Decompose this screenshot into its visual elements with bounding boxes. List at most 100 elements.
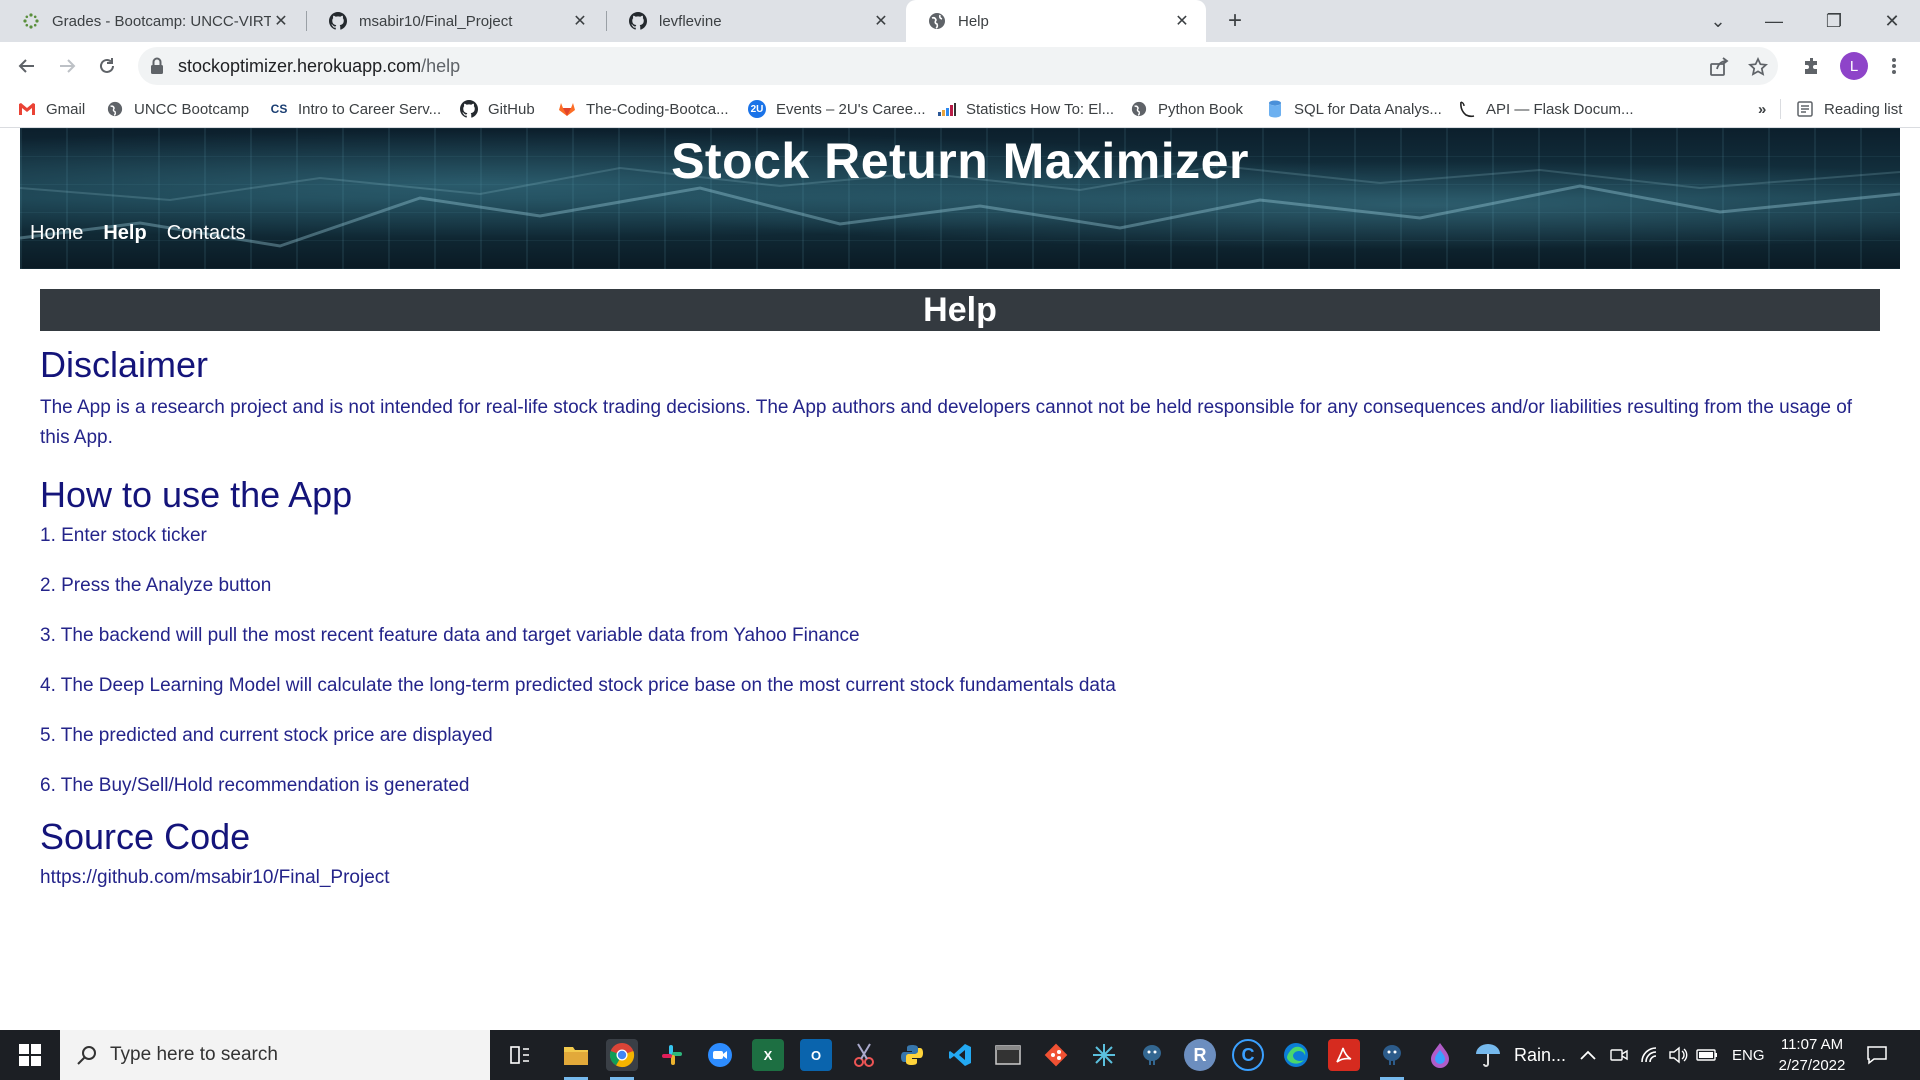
reading-list-label: Reading list	[1824, 100, 1903, 118]
bookmark-label: The-Coding-Bootca...	[586, 100, 729, 118]
terminal-icon[interactable]	[992, 1039, 1024, 1071]
start-button[interactable]	[0, 1030, 60, 1080]
github-icon	[329, 12, 347, 30]
howto-steps: 1. Enter stock ticker 2. Press the Analy…	[40, 521, 1880, 801]
nav-help-link[interactable]: Help	[103, 222, 146, 245]
share-icon[interactable]	[1708, 56, 1730, 78]
close-icon[interactable]: ✕	[570, 11, 590, 31]
slack-icon[interactable]	[656, 1039, 688, 1071]
bookmark-2u-events[interactable]: 2U Events – 2U's Caree...	[748, 98, 926, 120]
bookmarks-overflow-button[interactable]: »	[1758, 98, 1766, 120]
volume-icon[interactable]	[1668, 1030, 1688, 1080]
acrobat-icon[interactable]	[1328, 1039, 1360, 1071]
taskbar-clock[interactable]: 11:07 AM 2/27/2022	[1772, 1034, 1852, 1076]
bookmarks-divider	[1780, 99, 1781, 119]
gitlab-icon	[558, 100, 576, 118]
bookmark-sql-data-analysis[interactable]: SQL for Data Analys...	[1266, 98, 1442, 120]
url-text: stockoptimizer.herokuapp.com/help	[178, 56, 460, 77]
close-icon[interactable]: ✕	[271, 11, 291, 31]
tab-search-icon[interactable]: ⌄	[1690, 0, 1746, 42]
github-icon	[460, 100, 478, 118]
tab-title: Help	[958, 12, 989, 30]
notification-center-icon[interactable]	[1866, 1030, 1888, 1080]
bookmark-python-book[interactable]: Python Book	[1130, 98, 1243, 120]
gmail-icon	[18, 100, 36, 118]
howto-step: 3. The backend will pull the most recent…	[40, 625, 860, 646]
bookmark-star-icon[interactable]	[1747, 56, 1769, 78]
chrome-icon[interactable]	[606, 1039, 638, 1080]
bookmark-github[interactable]: GitHub	[460, 98, 535, 120]
bookmark-label: UNCC Bootcamp	[134, 100, 250, 118]
site-title: Stock Return Maximizer	[671, 133, 1249, 189]
canvas-icon	[22, 12, 40, 30]
reload-icon[interactable]	[93, 52, 121, 80]
bookmark-label: API — Flask Docum...	[1486, 100, 1634, 118]
cortana-icon[interactable]: C	[1232, 1039, 1264, 1071]
howto-step: 6. The Buy/Sell/Hold recommendation is g…	[40, 775, 470, 796]
show-hidden-icons-button[interactable]	[1580, 1030, 1596, 1080]
close-icon[interactable]: ✕	[1172, 11, 1192, 31]
task-view-icon[interactable]	[504, 1039, 536, 1071]
bookmark-label: Statistics How To: El...	[966, 100, 1115, 118]
excel-icon[interactable]: X	[752, 1039, 784, 1071]
profile-avatar[interactable]: L	[1840, 52, 1868, 80]
nav-home-link[interactable]: Home	[30, 222, 83, 245]
meet-now-icon[interactable]	[1610, 1030, 1628, 1080]
bar-chart-icon	[938, 100, 956, 118]
weather-widget[interactable]: Rain...	[1474, 1030, 1566, 1080]
python-icon[interactable]	[896, 1039, 928, 1071]
help-banner: Help	[40, 289, 1880, 331]
nav-contacts-link[interactable]: Contacts	[167, 222, 246, 245]
taskbar-search-box[interactable]: Type here to search	[60, 1030, 490, 1080]
tab-help[interactable]: Help ✕	[906, 0, 1206, 42]
battery-icon[interactable]	[1696, 1030, 1718, 1080]
bookmark-label: GitHub	[488, 100, 535, 118]
address-bar[interactable]: stockoptimizer.herokuapp.com/help	[138, 47, 1778, 85]
new-tab-button[interactable]: +	[1222, 7, 1248, 34]
help-content: Help Disclaimer The App is a research pr…	[40, 289, 1880, 893]
extensions-icon[interactable]	[1800, 54, 1824, 78]
close-window-icon[interactable]: ✕	[1864, 0, 1920, 42]
tab-title: Grades - Bootcamp: UNCC-VIRT-	[52, 12, 271, 30]
menu-kebab-icon[interactable]	[1882, 54, 1906, 78]
bookmark-coding-bootcamp[interactable]: The-Coding-Bootca...	[558, 98, 729, 120]
pgadmin-icon[interactable]	[1376, 1039, 1408, 1080]
bookmark-label: Events – 2U's Caree...	[776, 100, 926, 118]
bookmark-flask-docs[interactable]: API — Flask Docum...	[1458, 98, 1634, 120]
tab-grades[interactable]: Grades - Bootcamp: UNCC-VIRT- ✕	[0, 0, 305, 42]
source-code-link[interactable]: https://github.com/msabir10/Final_Projec…	[40, 863, 1880, 893]
close-icon[interactable]: ✕	[871, 11, 891, 31]
back-icon[interactable]	[13, 52, 41, 80]
minimize-icon[interactable]: —	[1746, 0, 1802, 42]
restore-icon[interactable]: ❐	[1806, 0, 1862, 42]
r-icon[interactable]: R	[1184, 1039, 1216, 1071]
globe-icon	[928, 12, 946, 30]
snipping-icon[interactable]	[848, 1039, 880, 1071]
forward-icon[interactable]	[53, 52, 81, 80]
reading-list-icon	[1796, 100, 1814, 118]
clock-time: 11:07 AM	[1780, 1036, 1844, 1053]
outlook-icon[interactable]: O	[800, 1039, 832, 1071]
language-indicator[interactable]: ENG	[1732, 1030, 1765, 1080]
database-icon	[1266, 100, 1284, 118]
snowflake-icon[interactable]	[1088, 1039, 1120, 1071]
bookmark-gmail[interactable]: Gmail	[18, 98, 85, 120]
git-icon[interactable]	[1040, 1039, 1072, 1071]
vscode-icon[interactable]	[944, 1039, 976, 1071]
edge-icon[interactable]	[1280, 1039, 1312, 1071]
postgres-icon[interactable]	[1136, 1039, 1168, 1071]
bookmark-label: Python Book	[1158, 100, 1244, 118]
site-header-banner: Stock Return Maximizer Home Help Contact…	[20, 128, 1900, 269]
lock-icon[interactable]	[150, 57, 164, 80]
reading-list-button[interactable]: Reading list	[1796, 98, 1902, 120]
bookmark-statistics-how-to[interactable]: Statistics How To: El...	[938, 98, 1114, 120]
zoom-icon[interactable]	[704, 1039, 736, 1071]
anaconda-icon[interactable]	[1424, 1039, 1456, 1071]
bookmark-career-services[interactable]: CS Intro to Career Serv...	[270, 98, 441, 120]
tab-final-project[interactable]: msabir10/Final_Project ✕	[307, 0, 604, 42]
file-explorer-icon[interactable]	[560, 1039, 592, 1080]
url-domain: stockoptimizer.herokuapp.com	[178, 56, 422, 76]
tab-levflevine[interactable]: levflevine ✕	[607, 0, 905, 42]
wifi-icon[interactable]	[1640, 1030, 1660, 1080]
bookmark-uncc-bootcamp[interactable]: UNCC Bootcamp	[106, 98, 249, 120]
